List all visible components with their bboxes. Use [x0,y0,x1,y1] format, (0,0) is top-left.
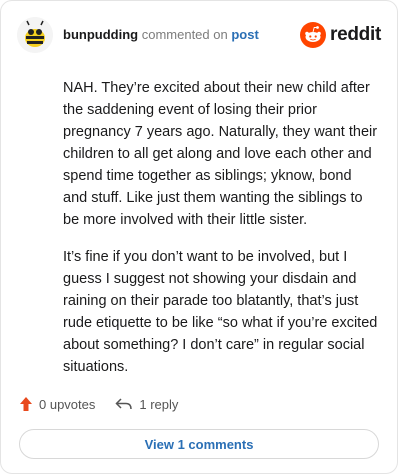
comment-header: bunpudding commented on post reddit [17,15,381,55]
byline-verb: commented on [141,27,228,42]
upvote-count: 0 upvotes [39,396,96,412]
comment-card: bunpudding commented on post reddit NAH.… [0,0,398,474]
reply-arrow-icon [115,398,133,410]
upvote-button[interactable]: 0 upvotes [19,396,95,412]
username-link[interactable]: bunpudding [63,27,138,42]
byline: bunpudding commented on post [63,27,259,43]
comment-paragraph: NAH. They’re excited about their new chi… [63,80,378,228]
comment-body: NAH. They’re excited about their new chi… [63,77,379,393]
reddit-logo-text: reddit [330,24,381,45]
reply-count: 1 reply [139,396,179,412]
avatar-bee-icon [17,17,53,53]
reddit-logo[interactable]: reddit [300,22,381,48]
comment-paragraph: It’s fine if you don’t want to be involv… [63,249,378,375]
post-link[interactable]: post [231,27,258,42]
upvote-arrow-icon [20,397,32,411]
comment-actions: 0 upvotes 1 reply [19,393,379,415]
reddit-logo-icon [300,22,327,48]
view-comments-button[interactable]: View 1 comments [19,429,379,459]
reply-button[interactable]: 1 reply [115,397,178,412]
avatar[interactable] [17,17,53,53]
